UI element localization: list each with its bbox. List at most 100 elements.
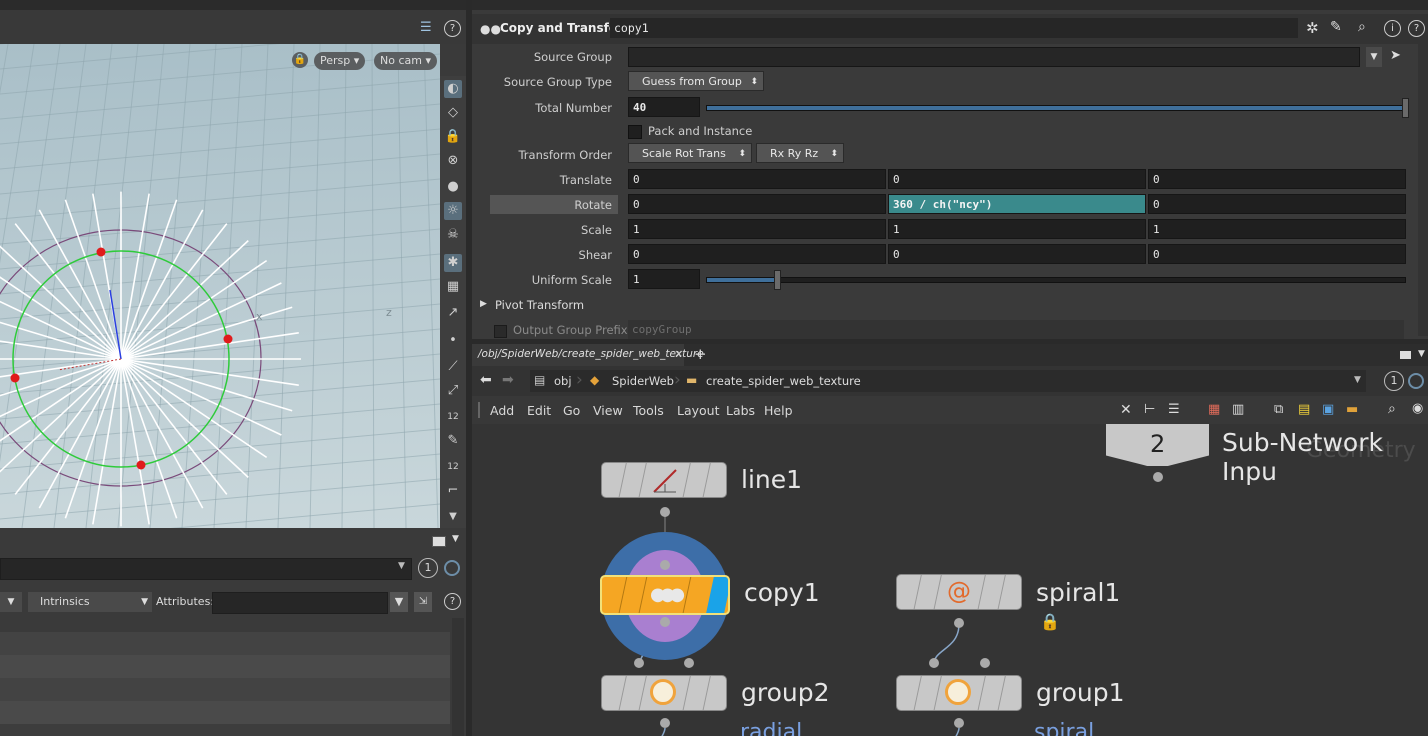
translate-y-field[interactable]: 0 [888, 169, 1146, 189]
shape-palette-icon[interactable]: ▥ [1232, 402, 1244, 417]
output-group-checkbox[interactable] [494, 325, 507, 338]
uniform-scale-field[interactable]: 1 [628, 269, 700, 289]
perspective-menu[interactable]: Persp ▾ [314, 52, 366, 70]
table-row[interactable] [0, 655, 450, 678]
rotate-order-menu[interactable]: Rx Ry Rz ⬍ [756, 143, 844, 163]
pane-arrow-icon[interactable]: ▼ [1418, 349, 1425, 359]
shear-y-field[interactable]: 0 [888, 244, 1146, 264]
menu-go[interactable]: Go [563, 403, 580, 418]
scale-z-field[interactable]: 1 [1148, 219, 1406, 239]
node-name-field[interactable]: copy1 [610, 18, 1298, 38]
attr-class-dropdown[interactable]: ▼ [0, 592, 22, 612]
source-group-type-menu[interactable]: Guess from Group ⬍ [628, 71, 764, 91]
grid-icon[interactable]: ▦ [444, 278, 462, 296]
copy1-node-selected[interactable]: ●●● [600, 575, 730, 615]
rotate-x-field[interactable]: 0 [628, 194, 886, 214]
path-dropdown-icon[interactable]: ▼ [398, 561, 405, 571]
subnet-input-output-port[interactable] [1153, 472, 1163, 482]
link-icon[interactable] [1408, 373, 1424, 389]
node-info-icon[interactable]: ⇲ [414, 592, 432, 612]
snap-icon[interactable]: ⊗ [444, 152, 462, 170]
total-number-slider[interactable] [706, 98, 1409, 118]
instance-badge[interactable]: 1 [418, 558, 438, 578]
group1-input-port-2[interactable] [980, 658, 990, 668]
corner-icon[interactable]: ⌐ [444, 482, 462, 500]
scroll-down-icon[interactable]: ▼ [444, 508, 462, 526]
gear-icon[interactable]: ✲ [1306, 19, 1319, 37]
table-row[interactable] [0, 678, 450, 701]
shear-x-field[interactable]: 0 [628, 244, 886, 264]
table-row[interactable] [0, 632, 450, 655]
copy1-input-port[interactable] [660, 560, 670, 570]
scene-viewport[interactable]: 🔒 Persp ▾ No cam ▾ x z [0, 44, 440, 528]
shading-icon[interactable]: ● [444, 178, 462, 196]
scale-y-field[interactable]: 1 [888, 219, 1146, 239]
menu-labs[interactable]: Labs [726, 403, 755, 418]
group1-input-port-1[interactable] [929, 658, 939, 668]
list-icon[interactable]: ☰ [1168, 402, 1180, 417]
rotate-y-expression-field[interactable]: 360 / ch("ncy") [888, 194, 1146, 214]
network-instance-badge[interactable]: 1 [1384, 371, 1404, 391]
rotate-z-field[interactable]: 0 [1148, 194, 1406, 214]
spiral1-node[interactable]: @ [896, 574, 1022, 610]
brush-icon[interactable]: ✎ [1330, 19, 1342, 35]
display-flag[interactable] [706, 577, 728, 613]
point-icon[interactable]: • [444, 332, 462, 350]
menu-tools[interactable]: Tools [633, 403, 664, 418]
select-arrow-icon[interactable]: ➤ [1390, 48, 1401, 63]
translate-x-field[interactable]: 0 [628, 169, 886, 189]
subnet-box-icon[interactable]: ▬ [1346, 402, 1358, 417]
light-icon[interactable]: ☼ [444, 202, 462, 220]
select-mode-icon[interactable]: ◐ [444, 80, 462, 98]
color-palette-icon[interactable]: ▦ [1208, 402, 1220, 417]
spiral1-output-port[interactable] [954, 618, 964, 628]
attributes-filter-input[interactable] [212, 592, 388, 614]
skull-icon[interactable]: ☠ [444, 226, 462, 244]
camera-menu[interactable]: No cam ▾ [374, 52, 437, 70]
table-row[interactable] [0, 701, 450, 724]
scale-x-field[interactable]: 1 [628, 219, 886, 239]
pivot-transform-label[interactable]: Pivot Transform [495, 298, 584, 312]
path-dropdown-icon[interactable]: ▼ [1354, 375, 1361, 385]
help-icon[interactable]: ? [1408, 20, 1425, 37]
breadcrumb-spiderweb[interactable]: SpiderWeb [612, 374, 674, 388]
edge-icon[interactable]: ⟋ [444, 358, 462, 376]
uniform-scale-slider-knob[interactable] [773, 270, 781, 290]
menu-edit[interactable]: Edit [527, 403, 551, 418]
toggle-icon[interactable]: ☰ [420, 20, 436, 36]
menu-layout[interactable]: Layout [677, 403, 720, 418]
normal-icon[interactable]: ⤢ [444, 382, 462, 400]
help-icon[interactable]: ? [444, 20, 461, 37]
close-icon[interactable]: × [674, 347, 683, 360]
breadcrumb-obj[interactable]: obj [554, 374, 572, 388]
copy1-output-port[interactable] [660, 617, 670, 627]
group2-output-port[interactable] [660, 718, 670, 728]
transform-order-menu[interactable]: Scale Rot Trans ⬍ [628, 143, 752, 163]
add-tab-icon[interactable]: + [694, 345, 707, 363]
total-number-slider-knob[interactable] [1402, 98, 1409, 118]
menu-view[interactable]: View [593, 403, 623, 418]
intrinsics-menu[interactable]: Intrinsics ▼ [28, 592, 152, 612]
output-group-prefix-field[interactable]: copyGroup [628, 320, 1404, 339]
pane-arrow-icon[interactable]: ▼ [452, 534, 459, 544]
lock-icon[interactable]: 🔒 [444, 128, 462, 146]
search-icon[interactable]: ⌕ [1388, 401, 1396, 417]
eye-icon[interactable]: ◉ [1412, 401, 1423, 416]
group2-node[interactable] [601, 675, 727, 711]
line1-node[interactable] [601, 462, 727, 498]
paint-icon[interactable]: ✎ [444, 432, 462, 450]
total-number-field[interactable]: 40 [628, 97, 700, 117]
group2-input-port-2[interactable] [684, 658, 694, 668]
filter-icon[interactable]: ▼ [390, 592, 408, 612]
path-field[interactable] [0, 558, 412, 580]
translate-z-field[interactable]: 0 [1148, 169, 1406, 189]
group1-output-port[interactable] [954, 718, 964, 728]
uniform-scale-slider[interactable] [706, 270, 1406, 290]
pack-checkbox[interactable] [628, 125, 642, 139]
network-canvas[interactable]: 2 Geometry Sub-Network Inpu line1 ●●● co… [472, 424, 1428, 736]
pane-menu-icon[interactable] [1400, 351, 1411, 359]
link-icon[interactable] [444, 560, 460, 576]
prim-number-icon[interactable]: 12 [444, 458, 462, 476]
breadcrumb-subnet[interactable]: create_spider_web_texture [706, 374, 861, 388]
search-icon[interactable]: ⌕ [1358, 19, 1366, 35]
